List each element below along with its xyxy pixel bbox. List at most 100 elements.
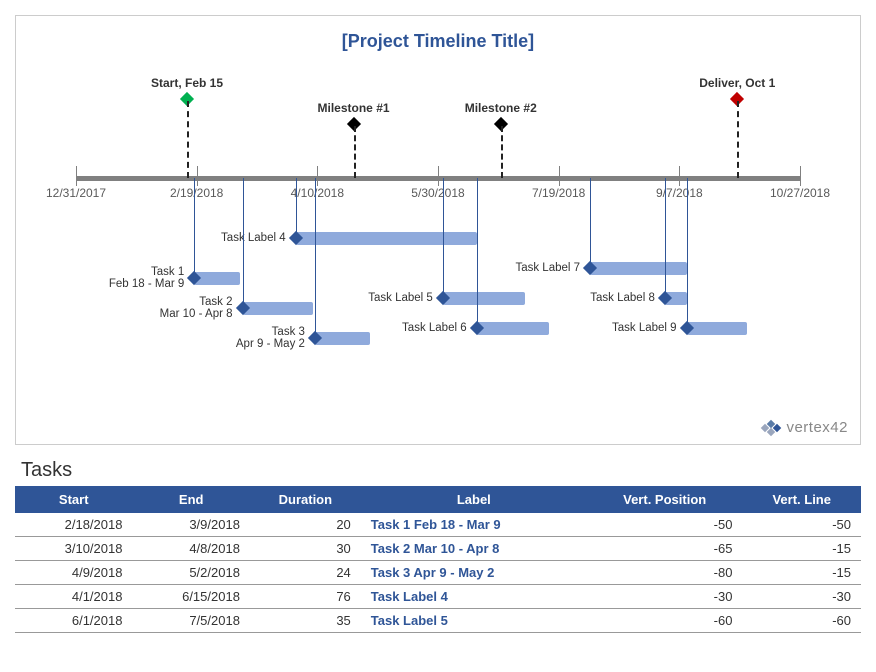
axis-tick — [76, 166, 78, 186]
milestone: Milestone #1 — [318, 101, 390, 129]
task-label: Task 1Feb 18 - Mar 9 — [109, 266, 184, 290]
brand-icon — [762, 421, 780, 435]
table-row: 4/1/20186/15/201876Task Label 4-30-30 — [15, 585, 861, 609]
milestone-drop-line — [354, 126, 356, 178]
brand-logo: vertex42 — [762, 419, 848, 436]
table-cell: -30 — [742, 585, 861, 609]
task-connector — [443, 178, 444, 298]
task-connector — [243, 178, 244, 308]
table-cell: Task Label 4 — [361, 585, 587, 609]
task-bar — [296, 232, 477, 245]
table-header-cell: Duration — [250, 486, 361, 513]
milestone-drop-line — [737, 101, 739, 178]
table-cell: 7/5/2018 — [132, 609, 249, 633]
table-cell: -50 — [587, 513, 743, 537]
table-header-cell: End — [132, 486, 249, 513]
axis-tick — [317, 166, 319, 186]
table-header-cell: Vert. Position — [587, 486, 743, 513]
table-cell: Task 1 Feb 18 - Mar 9 — [361, 513, 587, 537]
table-cell: 6/1/2018 — [15, 609, 132, 633]
table-cell: -60 — [742, 609, 861, 633]
task-label: Task Label 8 — [590, 292, 655, 304]
task-connector — [665, 178, 666, 298]
table-cell: 4/1/2018 — [15, 585, 132, 609]
table-row: 3/10/20184/8/201830Task 2 Mar 10 - Apr 8… — [15, 537, 861, 561]
task-label: Task 3Apr 9 - May 2 — [236, 326, 305, 350]
task-label: Task Label 4 — [221, 232, 286, 244]
table-cell: 4/8/2018 — [132, 537, 249, 561]
table-cell: -60 — [587, 609, 743, 633]
task-label: Task Label 6 — [402, 322, 467, 334]
milestone-label: Milestone #1 — [318, 101, 390, 115]
table-row: 6/1/20187/5/201835Task Label 5-60-60 — [15, 609, 861, 633]
task-connector — [194, 178, 195, 278]
axis-tick-label: 12/31/2017 — [46, 186, 106, 200]
task-connector — [590, 178, 591, 268]
task-bar — [687, 322, 747, 335]
axis-tick — [197, 166, 199, 186]
task-label: Task Label 7 — [515, 262, 580, 274]
table-cell: 76 — [250, 585, 361, 609]
axis-tick-label: 5/30/2018 — [411, 186, 464, 200]
table-cell: 24 — [250, 561, 361, 585]
table-cell: -15 — [742, 561, 861, 585]
table-cell: 3/10/2018 — [15, 537, 132, 561]
milestone: Start, Feb 15 — [151, 76, 223, 104]
table-header-cell: Start — [15, 486, 132, 513]
tasks-table: StartEndDurationLabelVert. PositionVert.… — [15, 486, 861, 633]
axis-tick-label: 9/7/2018 — [656, 186, 703, 200]
table-cell: 35 — [250, 609, 361, 633]
task-label: Task Label 9 — [612, 322, 677, 334]
axis-tick-label: 4/10/2018 — [291, 186, 344, 200]
table-cell: 2/18/2018 — [15, 513, 132, 537]
table-header-cell: Label — [361, 486, 587, 513]
table-cell: Task Label 5 — [361, 609, 587, 633]
table-cell: -30 — [587, 585, 743, 609]
table-cell: 3/9/2018 — [132, 513, 249, 537]
table-cell: -50 — [742, 513, 861, 537]
table-cell: 30 — [250, 537, 361, 561]
table-cell: 5/2/2018 — [132, 561, 249, 585]
task-label: Task 2Mar 10 - Apr 8 — [160, 296, 233, 320]
task-bar — [315, 332, 371, 345]
axis-tick — [559, 166, 561, 186]
task-connector — [477, 178, 478, 328]
task-connector — [315, 178, 316, 338]
table-row: 4/9/20185/2/201824Task 3 Apr 9 - May 2-8… — [15, 561, 861, 585]
table-cell: 4/9/2018 — [15, 561, 132, 585]
tasks-section-title: Tasks — [21, 459, 861, 482]
milestone: Milestone #2 — [465, 101, 537, 129]
plot-area: 12/31/20172/19/20184/10/20185/30/20187/1… — [76, 76, 800, 396]
milestone-drop-line — [187, 101, 189, 178]
table-cell: 6/15/2018 — [132, 585, 249, 609]
table-cell: Task 2 Mar 10 - Apr 8 — [361, 537, 587, 561]
milestone-label: Start, Feb 15 — [151, 76, 223, 90]
chart-title: [Project Timeline Title] — [26, 31, 850, 52]
table-cell: Task 3 Apr 9 - May 2 — [361, 561, 587, 585]
milestone-label: Deliver, Oct 1 — [699, 76, 775, 90]
table-cell: 20 — [250, 513, 361, 537]
task-bar — [243, 302, 313, 315]
axis-tick — [679, 166, 681, 186]
task-bar — [477, 322, 549, 335]
table-header-cell: Vert. Line — [742, 486, 861, 513]
axis-tick-label: 2/19/2018 — [170, 186, 223, 200]
axis-tick-label: 7/19/2018 — [532, 186, 585, 200]
task-bar — [590, 262, 687, 275]
table-cell: -65 — [587, 537, 743, 561]
task-bar — [194, 272, 240, 285]
axis-tick — [438, 166, 440, 186]
task-bar — [443, 292, 525, 305]
task-label: Task Label 5 — [368, 292, 433, 304]
milestone-label: Milestone #2 — [465, 101, 537, 115]
milestone-drop-line — [501, 126, 503, 178]
timeline-chart: [Project Timeline Title] 12/31/2017 2/19/… — [15, 15, 861, 445]
table-row: 2/18/20183/9/201820Task 1 Feb 18 - Mar 9… — [15, 513, 861, 537]
task-connector — [296, 178, 297, 238]
table-cell: -80 — [587, 561, 743, 585]
task-connector — [687, 178, 688, 328]
axis-tick-label: 10/27/2018 — [770, 186, 830, 200]
axis-tick — [800, 166, 802, 186]
brand-text: vertex42 — [786, 419, 848, 436]
table-cell: -15 — [742, 537, 861, 561]
